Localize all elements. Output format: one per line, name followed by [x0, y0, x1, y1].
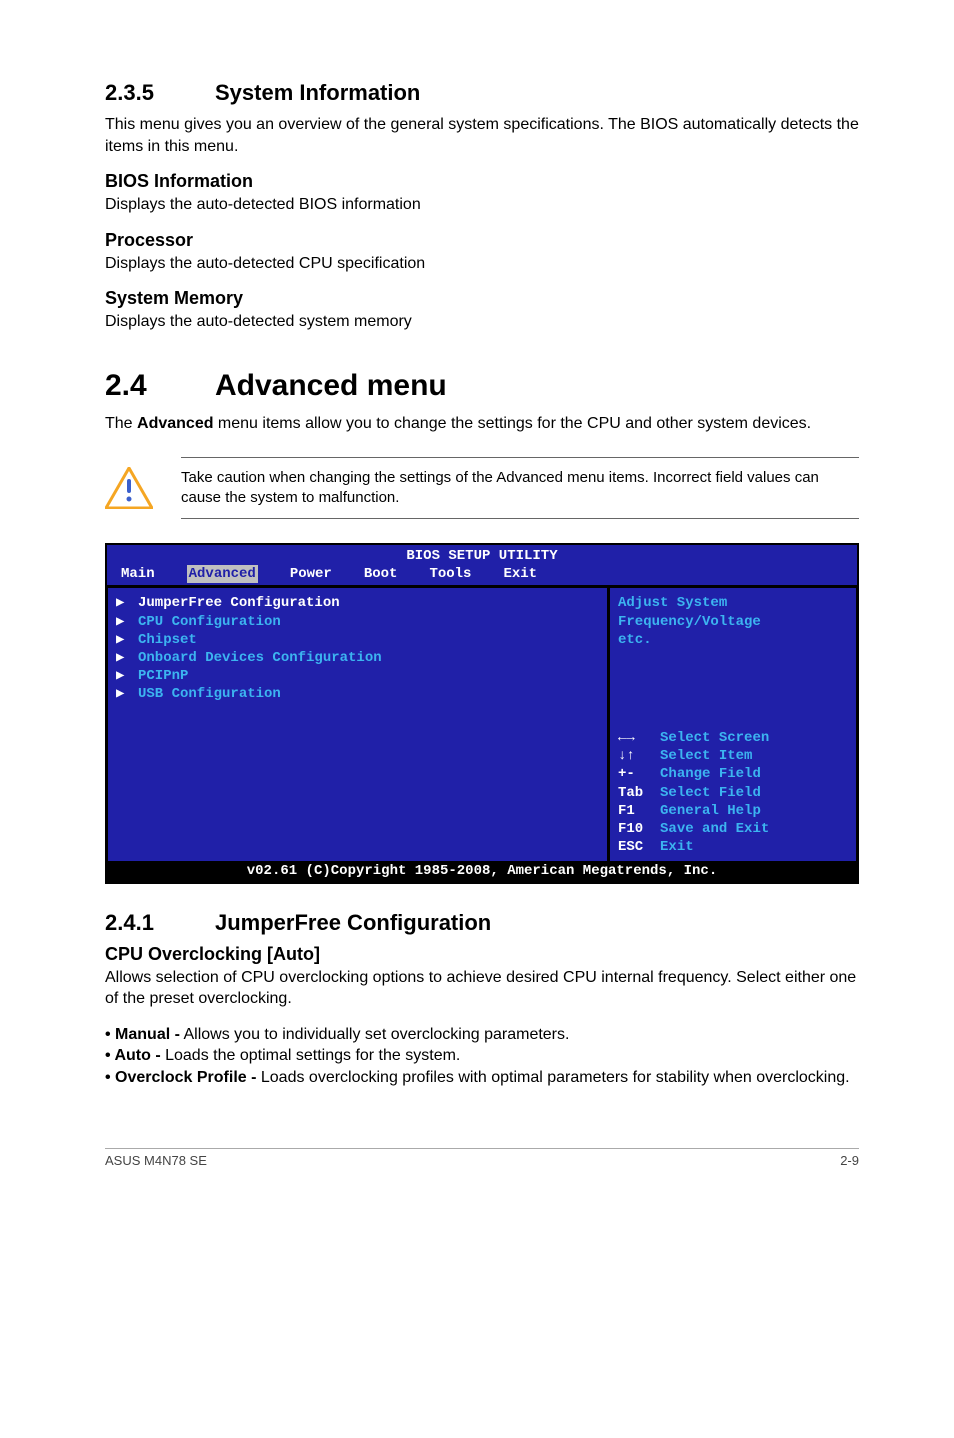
bios-help-line2: Frequency/Voltage — [618, 613, 848, 631]
key-label: Change Field — [660, 766, 761, 782]
bios-item-usb[interactable]: USB Configuration — [138, 685, 281, 703]
footer-right: 2-9 — [840, 1153, 859, 1168]
page-footer: ASUS M4N78 SE 2-9 — [105, 1148, 859, 1168]
key-sym: Tab — [618, 785, 643, 801]
bios-tab-exit[interactable]: Exit — [503, 565, 537, 583]
processor-heading: Processor — [105, 230, 859, 251]
key-sym: ↓↑ — [618, 748, 635, 764]
bios-item-pcipnp[interactable]: PCIPnP — [138, 667, 188, 685]
bios-help-line1: Adjust System — [618, 594, 848, 612]
bios-tab-tools[interactable]: Tools — [429, 565, 471, 583]
heading-2-3-5: 2.3.5 System Information — [105, 80, 859, 106]
bios-tab-main[interactable]: Main — [121, 565, 155, 583]
key-sym: ESC — [618, 839, 643, 855]
s24-intro-c: menu items allow you to change the setti… — [213, 415, 811, 432]
heading-text: Advanced menu — [215, 369, 447, 403]
bios-tab-advanced[interactable]: Advanced — [187, 565, 258, 583]
bios-item-onboard[interactable]: Onboard Devices Configuration — [138, 649, 382, 667]
key-label: Save and Exit — [660, 821, 769, 837]
heading-num: 2.3.5 — [105, 80, 215, 106]
opt-manual-b: • Manual - — [105, 1026, 180, 1043]
arrow-icon: ▶ — [116, 667, 128, 685]
bios-tab-boot[interactable]: Boot — [364, 565, 398, 583]
bios-info-heading: BIOS Information — [105, 171, 859, 192]
bios-item-cpu[interactable]: CPU Configuration — [138, 613, 281, 631]
arrow-icon: ▶ — [116, 594, 128, 612]
opt-overclock-t: Loads overclocking profiles with optimal… — [256, 1069, 849, 1086]
heading-2-4-1: 2.4.1 JumperFree Configuration — [105, 910, 859, 936]
bios-help-panel: Adjust System Frequency/Voltage etc. ←→ … — [608, 588, 857, 862]
bios-info-text: Displays the auto-detected BIOS informat… — [105, 194, 859, 216]
key-sym: F1 — [618, 803, 635, 819]
key-sym: +- — [618, 766, 635, 782]
cpu-overclock-text: Allows selection of CPU overclocking opt… — [105, 967, 859, 1010]
opt-manual-t: Allows you to individually set overclock… — [180, 1026, 570, 1043]
opt-auto: • Auto - Loads the optimal settings for … — [105, 1045, 859, 1067]
bios-item-jumperfree[interactable]: JumperFree Configuration — [138, 594, 340, 612]
key-label: General Help — [660, 803, 761, 819]
key-label: Select Screen — [660, 730, 769, 746]
footer-left: ASUS M4N78 SE — [105, 1153, 207, 1168]
s235-intro: This menu gives you an overview of the g… — [105, 114, 859, 157]
s24-intro: The Advanced menu items allow you to cha… — [105, 413, 859, 435]
key-sym: F10 — [618, 821, 643, 837]
opt-overclock: • Overclock Profile - Loads overclocking… — [105, 1067, 859, 1089]
key-label: Exit — [660, 839, 694, 855]
s24-intro-a: The — [105, 415, 137, 432]
opt-auto-t: Loads the optimal settings for the syste… — [161, 1047, 461, 1064]
heading-2-4: 2.4 Advanced menu — [105, 369, 859, 403]
caution-note: Take caution when changing the settings … — [105, 457, 859, 520]
opt-overclock-b: • Overclock Profile - — [105, 1069, 256, 1086]
bios-menubar: Main Advanced Power Boot Tools Exit — [107, 565, 857, 587]
key-label: Select Item — [660, 748, 752, 764]
cpu-overclock-heading: CPU Overclocking [Auto] — [105, 944, 859, 965]
heading-text: JumperFree Configuration — [215, 910, 491, 936]
bios-setup-utility: BIOS SETUP UTILITY Main Advanced Power B… — [105, 543, 859, 883]
bios-title: BIOS SETUP UTILITY — [107, 545, 857, 565]
caution-text: Take caution when changing the settings … — [181, 468, 859, 509]
bios-item-chipset[interactable]: Chipset — [138, 631, 197, 649]
heading-num: 2.4.1 — [105, 910, 215, 936]
arrow-icon: ▶ — [116, 685, 128, 703]
arrow-icon: ▶ — [116, 613, 128, 631]
system-memory-text: Displays the auto-detected system memory — [105, 311, 859, 333]
caution-icon — [105, 467, 153, 509]
key-label: Select Field — [660, 785, 761, 801]
arrow-icon: ▶ — [116, 649, 128, 667]
opt-manual: • Manual - Allows you to individually se… — [105, 1024, 859, 1046]
heading-num: 2.4 — [105, 369, 215, 403]
heading-text: System Information — [215, 80, 420, 106]
bios-tab-power[interactable]: Power — [290, 565, 332, 583]
key-sym: ←→ — [618, 730, 635, 746]
bios-help-line3: etc. — [618, 631, 848, 649]
arrow-icon: ▶ — [116, 631, 128, 649]
opt-auto-b: • Auto - — [105, 1047, 161, 1064]
s24-intro-b: Advanced — [137, 415, 213, 432]
system-memory-heading: System Memory — [105, 288, 859, 309]
bios-key-legend: ←→ Select Screen ↓↑ Select Item +- Chang… — [618, 729, 848, 856]
processor-text: Displays the auto-detected CPU specifica… — [105, 253, 859, 275]
bios-copyright: v02.61 (C)Copyright 1985-2008, American … — [107, 861, 857, 881]
bios-items-panel: ▶ JumperFree Configuration ▶ CPU Configura… — [107, 588, 608, 862]
